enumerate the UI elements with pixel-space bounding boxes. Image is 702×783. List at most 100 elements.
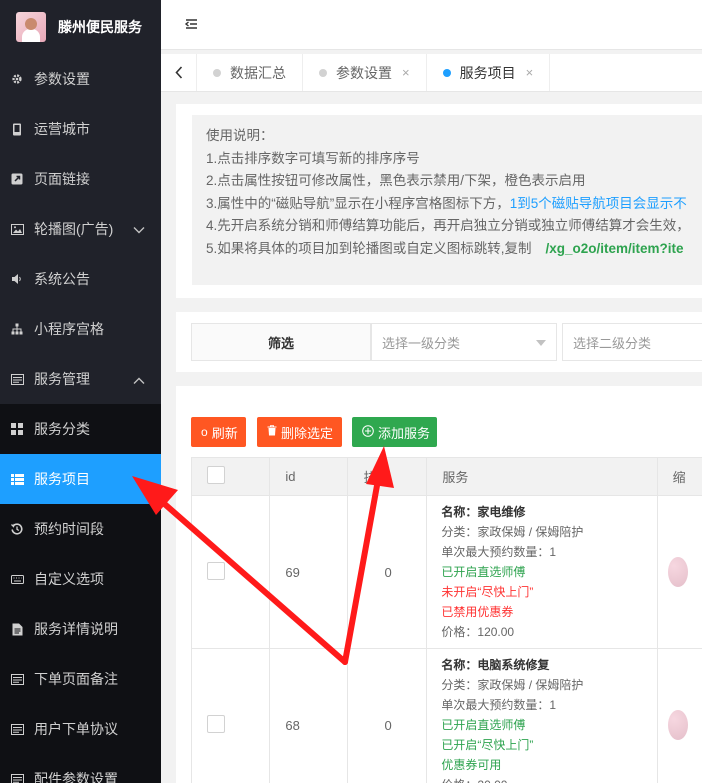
tab-settings[interactable]: 参数设置 × bbox=[303, 54, 427, 91]
sidebar-item-notice[interactable]: 系统公告 bbox=[0, 254, 161, 304]
name-label: 名称： bbox=[441, 505, 478, 519]
service-table-card: o 刷新 删除选定 添加服务 id 排序 服务 缩 69 0 名称：家电维修 分… bbox=[176, 386, 702, 783]
add-service-button[interactable]: 添加服务 bbox=[352, 417, 437, 447]
service-thumbnail bbox=[667, 557, 688, 587]
tab-prev-button[interactable] bbox=[161, 54, 197, 91]
service-table: id 排序 服务 缩 69 0 名称：家电维修 分类：家政保姆 / 保姆陪护 单… bbox=[190, 457, 702, 783]
menu-fold-icon[interactable] bbox=[183, 16, 199, 32]
tab-dashboard[interactable]: 数据汇总 bbox=[197, 54, 303, 91]
sidebar-item-timeslots[interactable]: 预约时间段 bbox=[0, 504, 161, 554]
avatar bbox=[16, 12, 46, 42]
service-status[interactable]: 已开启直选师傅 bbox=[441, 562, 642, 582]
tab-dot-icon bbox=[319, 68, 327, 77]
service-price: 价格：120.00 bbox=[441, 625, 515, 639]
tab-label: 数据汇总 bbox=[230, 64, 286, 81]
notice-text: 5.如果将具体的项目加到轮播图或自定义图标跳转,复制 bbox=[206, 240, 532, 256]
service-category: 分类：家政保姆 / 保姆陪护 bbox=[441, 678, 584, 692]
notice-line: 1.点击排序数字可填写新的排序序号 bbox=[206, 150, 420, 166]
sidebar-item-service-items[interactable]: 服务项目 bbox=[0, 454, 161, 504]
close-icon[interactable]: × bbox=[526, 65, 534, 80]
sidebar-item-label: 配件参数设置 bbox=[34, 771, 118, 783]
select-all-checkbox[interactable] bbox=[207, 466, 225, 484]
notice-highlight: 1到5个磁贴导航项目会显示不 bbox=[509, 195, 687, 211]
close-icon[interactable]: × bbox=[402, 65, 410, 80]
button-label: 添加服务 bbox=[378, 425, 431, 441]
usage-notice: 使用说明： 1.点击排序数字可填写新的排序序号 2.点击属性按钮可修改属性，黑色… bbox=[192, 115, 702, 285]
thumb-cell bbox=[656, 495, 702, 649]
row-checkbox[interactable] bbox=[207, 561, 225, 580]
sort-cell[interactable]: 0 bbox=[347, 648, 428, 783]
sidebar-item-label: 运营城市 bbox=[34, 121, 90, 137]
service-price: 价格：20.00 bbox=[441, 775, 642, 783]
refresh-button[interactable]: o 刷新 bbox=[191, 417, 246, 447]
gear-icon bbox=[10, 72, 24, 86]
row-checkbox[interactable] bbox=[207, 714, 225, 733]
tab-service-items[interactable]: 服务项目 × bbox=[427, 54, 551, 91]
service-status[interactable]: 已开启直选师傅 bbox=[441, 715, 642, 735]
select-all-cell bbox=[190, 457, 271, 496]
sidebar-item-label: 系统公告 bbox=[34, 271, 90, 287]
category-level1-select[interactable]: 选择一级分类 bbox=[371, 323, 557, 361]
select-placeholder: 选择一级分类 bbox=[382, 335, 461, 351]
tab-dot-icon bbox=[213, 68, 221, 77]
phone-icon bbox=[10, 122, 24, 136]
sidebar-menu: 参数设置 运营城市 页面链接 轮播图(广告) 系统公告 小程序宫格 服务管理 服… bbox=[0, 54, 161, 783]
filter-label: 筛选 bbox=[191, 323, 371, 361]
notice-line: 2.点击属性按钮可修改属性，黑色表示禁用/下架，橙色表示启用 bbox=[206, 173, 586, 189]
sidebar-item-order-remark[interactable]: 下单页面备注 bbox=[0, 654, 161, 704]
filter-card: 筛选 选择一级分类 选择二级分类 bbox=[176, 312, 702, 372]
button-label: 删除选定 bbox=[281, 425, 334, 441]
sidebar-item-parts-settings[interactable]: 配件参数设置 bbox=[0, 754, 161, 783]
service-name: 名称：电脑系统修复 bbox=[441, 655, 642, 675]
sidebar-item-links[interactable]: 页面链接 bbox=[0, 154, 161, 204]
speaker-icon bbox=[10, 272, 24, 286]
select-placeholder: 选择二级分类 bbox=[573, 335, 652, 351]
notice-title: 使用说明： bbox=[206, 128, 274, 143]
sidebar-item-label: 服务分类 bbox=[34, 421, 90, 437]
document-icon bbox=[10, 622, 24, 636]
column-header: 缩 bbox=[656, 457, 702, 496]
service-status[interactable]: 已禁用优惠券 bbox=[441, 602, 642, 622]
service-status[interactable]: 优惠券可用 bbox=[441, 755, 642, 775]
thumb-cell bbox=[656, 648, 702, 783]
table-row: 69 0 名称：家电维修 分类：家政保姆 / 保姆陪护 单次最大预约数量：1 已… bbox=[190, 495, 702, 649]
card-icon bbox=[10, 372, 24, 386]
id-cell: 69 bbox=[269, 495, 349, 649]
service-status[interactable]: 未开启“尽快上门” bbox=[441, 582, 642, 602]
service-status[interactable]: 已开启“尽快上门” bbox=[441, 735, 642, 755]
notice-line: 5.如果将具体的项目加到轮播图或自定义图标跳转,复制/xg_o2o/item/i… bbox=[206, 238, 698, 261]
button-label: 刷新 bbox=[211, 425, 238, 441]
chevron-up-icon bbox=[133, 374, 145, 388]
sidebar-item-service-detail[interactable]: 服务详情说明 bbox=[0, 604, 161, 654]
tab-label: 参数设置 bbox=[336, 64, 392, 81]
logo: 滕州便民服务 bbox=[0, 0, 161, 54]
service-name: 名称：家电维修 bbox=[441, 502, 642, 522]
service-category: 分类：家政保姆 / 保姆陪护 bbox=[441, 525, 584, 539]
card-icon bbox=[10, 722, 24, 736]
sort-cell[interactable]: 0 bbox=[347, 495, 428, 649]
sidebar-item-cities[interactable]: 运营城市 bbox=[0, 104, 161, 154]
sidebar-item-label: 页面链接 bbox=[34, 171, 90, 187]
table-row: 68 0 名称：电脑系统修复 分类：家政保姆 / 保姆陪护 单次最大预约数量：1… bbox=[190, 648, 702, 783]
service-cell: 名称：电脑系统修复 分类：家政保姆 / 保姆陪护 单次最大预约数量：1 已开启直… bbox=[426, 648, 658, 783]
category-level2-select[interactable]: 选择二级分类 bbox=[562, 323, 702, 361]
image-icon bbox=[10, 222, 24, 236]
list-icon bbox=[10, 472, 24, 486]
sidebar-item-label: 用户下单协议 bbox=[34, 721, 118, 737]
id-cell: 68 bbox=[269, 648, 349, 783]
sidebar-item-custom-options[interactable]: 自定义选项 bbox=[0, 554, 161, 604]
table-header-row: id 排序 服务 缩 bbox=[190, 457, 702, 496]
sitemap-icon bbox=[10, 322, 24, 336]
sidebar-item-service-manage[interactable]: 服务管理 bbox=[0, 354, 161, 404]
sidebar-item-user-agreement[interactable]: 用户下单协议 bbox=[0, 704, 161, 754]
plus-circle-icon bbox=[362, 424, 374, 440]
sidebar-item-label: 服务详情说明 bbox=[34, 621, 118, 637]
sidebar-item-settings[interactable]: 参数设置 bbox=[0, 54, 161, 104]
sidebar-item-carousel[interactable]: 轮播图(广告) bbox=[0, 204, 161, 254]
sidebar-item-service-category[interactable]: 服务分类 bbox=[0, 404, 161, 454]
keyboard-icon bbox=[10, 572, 24, 586]
sidebar-item-grid[interactable]: 小程序宫格 bbox=[0, 304, 161, 354]
caret-down-icon bbox=[536, 340, 546, 346]
tab-bar: 数据汇总 参数设置 × 服务项目 × bbox=[161, 54, 702, 92]
delete-selected-button[interactable]: 删除选定 bbox=[257, 417, 342, 447]
